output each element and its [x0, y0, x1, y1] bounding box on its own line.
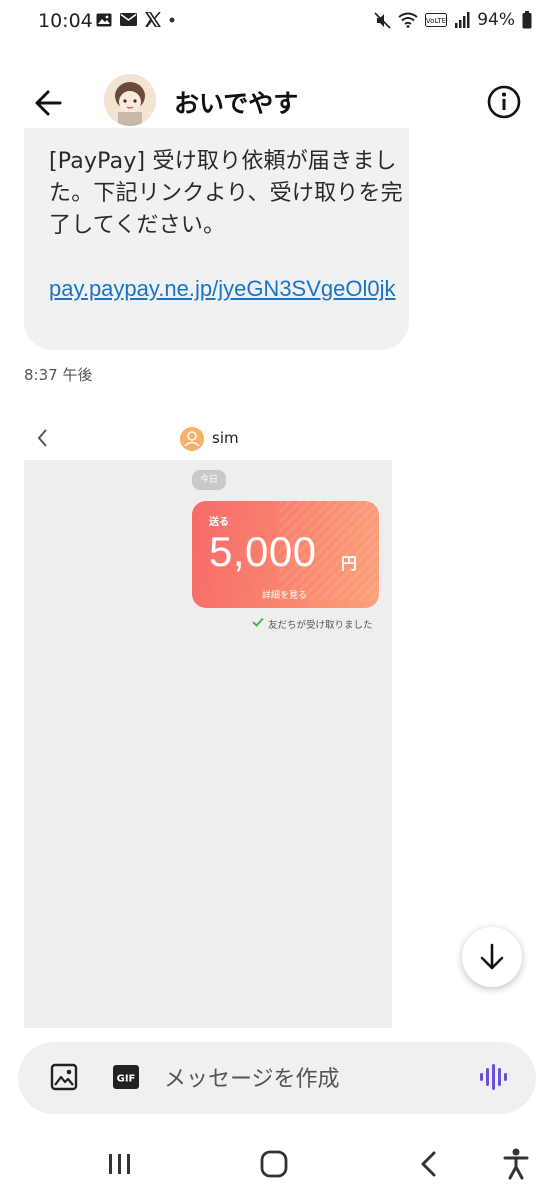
battery-icon — [522, 11, 532, 29]
check-icon — [252, 617, 264, 627]
attached-chat-name: sim — [212, 429, 239, 447]
received-status: 友だちが受け取りました — [268, 620, 373, 631]
message-link[interactable]: pay.paypay.ne.jp/jyeGN3SVgeOl0jk — [49, 273, 396, 305]
back-icon[interactable] — [418, 1150, 440, 1178]
card-label: 送る — [209, 517, 229, 528]
mail-icon — [120, 13, 137, 26]
image-icon[interactable] — [50, 1063, 78, 1091]
x-logo-icon — [145, 12, 161, 27]
message-text: [PayPay] 受け取り依頼が届きました。下記リンクより、受け取りを完了してく… — [49, 149, 403, 238]
recents-icon[interactable] — [106, 1152, 134, 1176]
avatar[interactable] — [104, 74, 156, 126]
svg-text:GIF: GIF — [117, 1074, 136, 1085]
gif-icon[interactable]: GIF — [112, 1064, 140, 1090]
dot-icon — [169, 17, 175, 22]
volte-icon: VoLTE — [425, 13, 448, 27]
contact-name[interactable]: おいでやす — [174, 84, 298, 120]
info-icon[interactable] — [486, 84, 522, 120]
status-system-icons: VoLTE 94% — [374, 10, 532, 30]
avatar-illustration — [104, 74, 156, 126]
status-notification-icons — [96, 12, 175, 27]
status-time: 10:04 — [38, 10, 93, 32]
message-input[interactable] — [162, 1058, 456, 1100]
attached-chat-header — [24, 420, 392, 460]
date-pill: 今日 — [192, 470, 226, 490]
gallery-icon — [96, 13, 112, 26]
accessibility-icon[interactable] — [502, 1148, 530, 1180]
message-timestamp: 8:37 午後 — [24, 366, 93, 384]
detail-link: 詳細を見る — [262, 591, 308, 601]
svg-text:VoLTE: VoLTE — [426, 17, 446, 25]
attached-user-avatar — [180, 427, 204, 451]
payment-amount: 5,000 — [209, 528, 317, 575]
mute-icon — [374, 11, 391, 29]
attached-back-icon — [37, 429, 47, 447]
wifi-icon — [398, 12, 418, 28]
scroll-down-button[interactable] — [462, 927, 522, 987]
user-icon — [184, 431, 200, 447]
home-icon[interactable] — [260, 1150, 288, 1178]
arrow-down-icon — [480, 943, 504, 970]
voice-icon[interactable] — [478, 1062, 512, 1092]
currency-label: 円 — [341, 554, 358, 573]
back-arrow-icon[interactable] — [30, 86, 70, 120]
battery-percent: 94% — [477, 10, 515, 30]
signal-icon — [455, 12, 470, 28]
